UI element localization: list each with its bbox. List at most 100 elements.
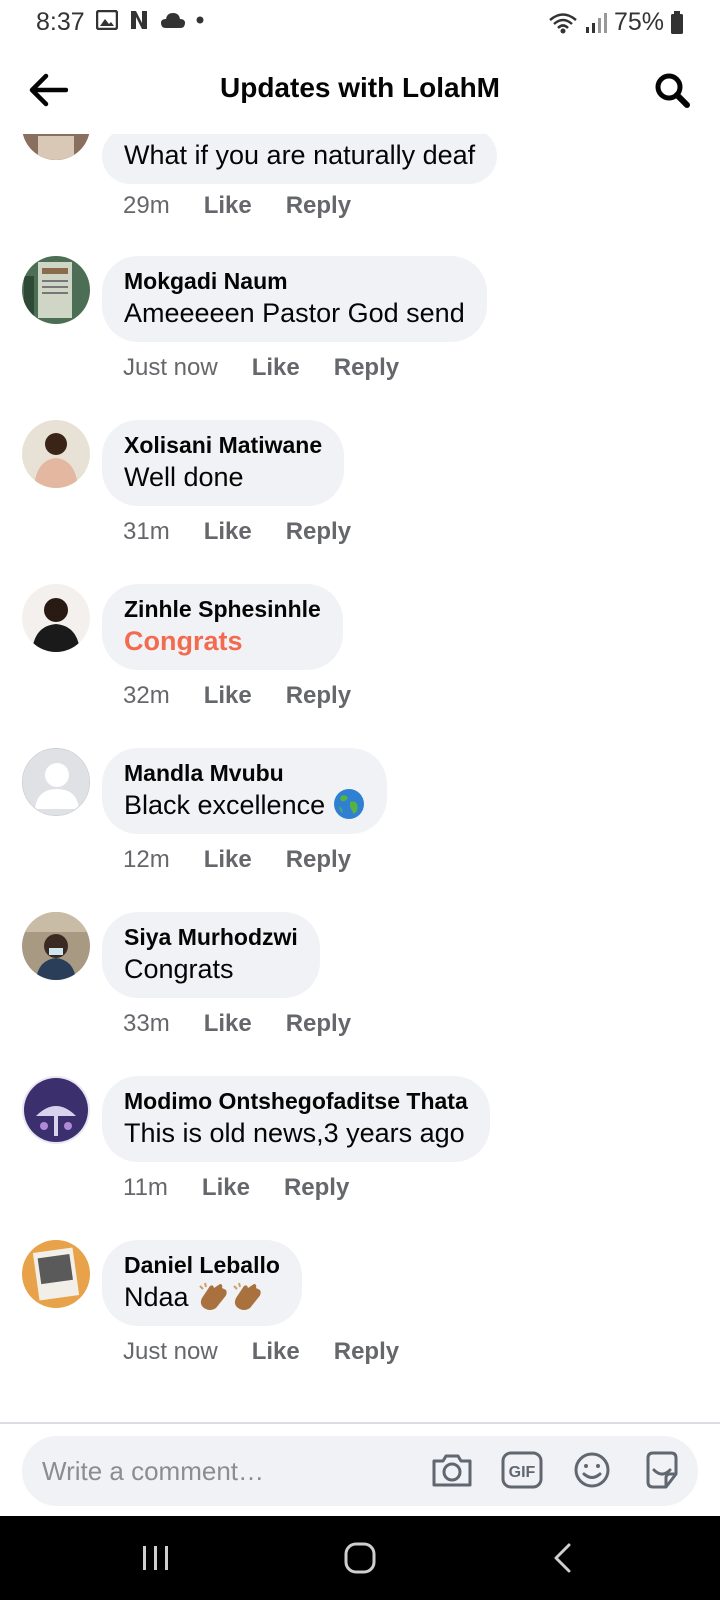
comment-bubble[interactable]: Xolisani Matiwane Well done [102, 420, 345, 506]
default-avatar-icon [23, 749, 89, 815]
comment-text: Ndaa [124, 1280, 280, 1314]
commenter-name[interactable]: Modimo Ontshegofaditse Thata [124, 1086, 468, 1116]
like-button[interactable]: Like [252, 1338, 300, 1366]
comment-time: 11m [123, 1174, 168, 1201]
chevron-left-icon [554, 1543, 571, 1573]
gif-icon: GIF [501, 1451, 543, 1489]
netflix-icon [131, 11, 147, 29]
comment-meta: Just now Like Reply [123, 354, 433, 382]
commenter-name[interactable]: Mokgadi Naum [124, 266, 465, 296]
comment-meta: 29m Like Reply [123, 192, 385, 220]
svg-text:GIF: GIF [509, 1464, 536, 1481]
like-button[interactable]: Like [204, 846, 252, 874]
comment-time: Just now [123, 354, 218, 381]
sticker-button[interactable] [638, 1446, 686, 1494]
divider [0, 1422, 720, 1424]
signal-icon [585, 12, 607, 33]
status-time: 8:37 [36, 8, 85, 36]
battery-percent: 75% [613, 8, 664, 36]
search-button[interactable] [648, 66, 696, 114]
sticker-icon [646, 1451, 678, 1489]
reply-button[interactable]: Reply [286, 518, 351, 546]
comment-meta: 32m Like Reply [123, 682, 385, 710]
comment-text-value: Ndaa [124, 1282, 189, 1312]
comment-bubble[interactable]: Mandla Mvubu Black excellence [102, 748, 387, 834]
smiley-icon [574, 1452, 610, 1488]
comment-bubble[interactable]: Mokgadi Naum Ameeeeen Pastor God send [102, 256, 487, 342]
comment-bubble[interactable]: What if you are naturally deaf [102, 134, 498, 184]
camera-button[interactable] [428, 1446, 476, 1494]
like-button[interactable]: Like [252, 354, 300, 382]
comment-time: 12m [123, 846, 170, 873]
comment-list: What if you are naturally deaf 29m Like … [0, 134, 720, 1422]
cloud-icon [161, 13, 185, 28]
recent-apps-icon [143, 1546, 168, 1570]
commenter-name[interactable]: Siya Murhodzwi [124, 922, 298, 952]
comment-bubble[interactable]: Siya Murhodzwi Congrats [102, 912, 320, 998]
avatar[interactable] [22, 420, 90, 488]
comment-meta: Just now Like Reply [123, 1338, 433, 1366]
reply-button[interactable]: Reply [286, 192, 351, 220]
comment-bubble[interactable]: Zinhle Sphesinhle Congrats [102, 584, 343, 670]
search-icon [655, 73, 690, 108]
home-button[interactable] [330, 1534, 390, 1582]
comment-text: Congrats [124, 954, 234, 984]
avatar[interactable] [22, 584, 90, 652]
commenter-name[interactable]: Zinhle Sphesinhle [124, 594, 321, 624]
reply-button[interactable]: Reply [284, 1174, 349, 1202]
comment-time: 31m [123, 518, 170, 545]
camera-icon [432, 1454, 472, 1487]
commenter-name[interactable]: Xolisani Matiwane [124, 430, 322, 460]
reply-button[interactable]: Reply [334, 1338, 399, 1366]
like-button[interactable]: Like [204, 1010, 252, 1038]
comment-time: 32m [123, 682, 170, 709]
notification-icons [96, 10, 204, 30]
comment-time: 33m [123, 1010, 170, 1037]
composer-actions: GIF [428, 1446, 686, 1494]
comment-meta: 33m Like Reply [123, 1010, 385, 1038]
gallery-icon [96, 10, 118, 30]
clapping-hands-emoji-icon [199, 1282, 227, 1310]
avatar[interactable] [22, 256, 90, 324]
avatar[interactable] [22, 134, 90, 160]
comment-text-value: Black excellence [124, 790, 326, 820]
commenter-name[interactable]: Mandla Mvubu [124, 758, 365, 788]
like-button[interactable]: Like [204, 192, 252, 220]
emoji-button[interactable] [568, 1446, 616, 1494]
comment-text: Ameeeeen Pastor God send [124, 298, 465, 328]
comment-time: 29m [123, 192, 170, 219]
comment-composer[interactable]: Write a comment… GIF [22, 1436, 698, 1506]
comment-text: Black excellence [124, 788, 365, 822]
comment-bubble[interactable]: Modimo Ontshegofaditse Thata This is old… [102, 1076, 490, 1162]
comment-input[interactable]: Write a comment… [42, 1456, 264, 1487]
reply-button[interactable]: Reply [286, 682, 351, 710]
like-button[interactable]: Like [204, 682, 252, 710]
globe-emoji-icon [333, 789, 364, 819]
status-bar: 8:37 75% [0, 0, 720, 46]
commenter-name[interactable]: Daniel Leballo [124, 1250, 280, 1280]
avatar[interactable] [22, 748, 90, 816]
avatar[interactable] [22, 1076, 90, 1144]
avatar[interactable] [22, 912, 90, 980]
recent-apps-button[interactable] [126, 1534, 186, 1582]
wifi-icon [549, 12, 577, 33]
comment-text: Congrats [124, 626, 243, 656]
gif-button[interactable]: GIF [498, 1446, 546, 1494]
back-nav-button[interactable] [532, 1534, 592, 1582]
reply-button[interactable]: Reply [286, 846, 351, 874]
comment-bubble[interactable]: Daniel Leballo Ndaa [102, 1240, 302, 1326]
like-button[interactable]: Like [204, 518, 252, 546]
header: Updates with LolahM [0, 58, 720, 122]
like-button[interactable]: Like [202, 1174, 250, 1202]
clapping-hands-emoji-icon [233, 1282, 261, 1310]
system-icons: 75% [548, 8, 684, 37]
reply-button[interactable]: Reply [286, 1010, 351, 1038]
system-nav-bar [0, 1516, 720, 1600]
battery-icon [671, 10, 683, 34]
reply-button[interactable]: Reply [334, 354, 399, 382]
comment-meta: 11m Like Reply [123, 1174, 383, 1202]
avatar[interactable] [22, 1240, 90, 1308]
home-icon [344, 1542, 376, 1574]
comment-text: What if you are naturally deaf [124, 140, 476, 170]
dot-icon [196, 16, 204, 24]
